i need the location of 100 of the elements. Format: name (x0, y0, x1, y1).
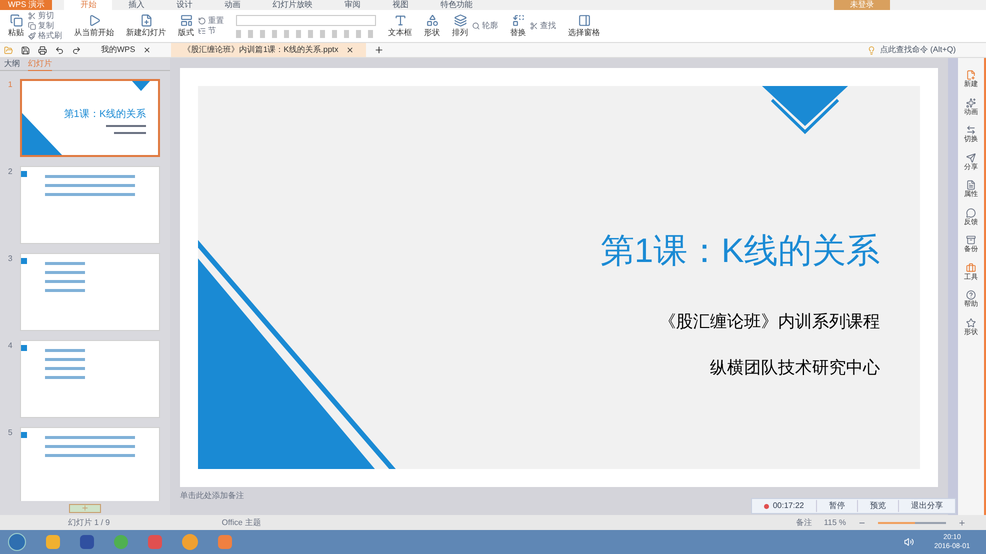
undo-icon[interactable] (55, 46, 64, 54)
tool-icon (472, 22, 480, 30)
tool-icon (578, 14, 590, 26)
taskbar-app-icon[interactable] (80, 535, 94, 549)
slide-counter: 幻灯片 1 / 9 (68, 516, 110, 528)
taskbar-app-icon[interactable] (148, 535, 162, 549)
tool-icon (966, 152, 976, 162)
tool-icon (512, 14, 524, 26)
ribbon-small-button[interactable]: 复制 (28, 21, 62, 31)
ribbon-small-button[interactable]: 格式刷 (28, 31, 62, 41)
ribbon-small-button[interactable]: 查找 (530, 21, 556, 31)
command-search-field[interactable]: 点此查找命令 (Alt+Q) (867, 44, 970, 56)
slide-title: 第1课：K线的关系 (600, 231, 880, 272)
font-name-field[interactable] (236, 14, 376, 26)
ribbon-small-button[interactable]: 节 (198, 26, 224, 36)
close-icon[interactable] (346, 46, 354, 54)
theme-name: Office 主题 (222, 516, 261, 528)
ribbon-button[interactable]: 从当前开始 (74, 14, 114, 38)
slide-thumbnail[interactable] (20, 253, 160, 331)
taskbar-app-icon[interactable] (114, 535, 128, 549)
tool-icon (966, 208, 976, 218)
marker-icon (21, 258, 27, 264)
ribbon-button[interactable]: 选择窗格 (568, 14, 600, 38)
ribbon-small-button[interactable]: 轮廓 (472, 21, 498, 31)
start-button[interactable] (8, 533, 26, 551)
plus-icon (81, 504, 89, 512)
slide-number: 1 (8, 79, 14, 91)
add-slide-button[interactable] (69, 504, 101, 512)
menu-tab[interactable]: 特色功能 (424, 0, 488, 10)
ribbon-small-button[interactable]: 剪切 (28, 11, 62, 21)
ribbon-button[interactable]: 形状 (424, 14, 440, 38)
zoom-value: 115 % (824, 516, 846, 528)
marker-icon (21, 432, 27, 438)
tool-icon (198, 17, 206, 25)
ribbon-button[interactable]: 排列 (452, 14, 468, 38)
slide-subtitle: 《股汇缠论班》内训系列课程 (659, 311, 880, 333)
slide-thumbnail[interactable] (20, 340, 160, 418)
tool-icon (394, 14, 406, 26)
text-lines-drawing (45, 262, 85, 292)
tool-icon (88, 14, 100, 26)
ribbon-button[interactable]: 新建幻灯片 (126, 14, 166, 38)
slide-thumbnail[interactable]: 第1课：K线的关系 (20, 79, 160, 157)
lightbulb-icon (867, 46, 876, 54)
thumbnail-title: 第1课：K线的关系 (64, 108, 146, 122)
menu-tab[interactable]: 审阅 (328, 0, 376, 10)
tool-icon (454, 14, 466, 26)
corner-decoration-icon (22, 113, 64, 155)
tool-icon (28, 22, 36, 30)
tool-icon (966, 98, 976, 108)
ribbon-button[interactable]: 粘贴 (8, 14, 24, 38)
taskbar-app-icon[interactable] (218, 535, 232, 549)
document-tab[interactable]: 《股汇缠论班》内训篇1课：K线的关系.pptx (171, 43, 366, 57)
menu-tab[interactable]: 插入 (112, 0, 160, 10)
slide-number: 5 (8, 427, 14, 439)
slide-number: 2 (8, 166, 14, 178)
menu-tab[interactable]: 动画 (208, 0, 256, 10)
triangle-decoration-icon (132, 81, 150, 91)
tool-icon (10, 14, 22, 26)
close-icon[interactable] (143, 46, 152, 54)
recording-time: 00:17:22 (772, 500, 805, 512)
volume-icon[interactable] (904, 537, 914, 547)
marker-icon (21, 171, 27, 177)
notes-toggle-button[interactable]: 备注 (796, 516, 812, 528)
tool-icon (966, 235, 976, 245)
taskbar-app-icon[interactable] (182, 534, 198, 550)
tool-icon (530, 22, 538, 30)
tool-icon (966, 180, 976, 190)
slide-thumbnail[interactable] (20, 427, 160, 501)
tool-icon (966, 125, 976, 135)
recording-control-button[interactable]: 退出分享 (898, 500, 955, 512)
ribbon-button[interactable]: 版式 (178, 14, 194, 38)
marker-icon (21, 345, 27, 351)
tool-icon (198, 27, 206, 35)
recording-control-button[interactable]: 暂停 (816, 500, 857, 512)
tool-icon (966, 262, 976, 272)
print-icon[interactable] (38, 46, 47, 54)
ribbon-button[interactable]: 文本框 (388, 14, 412, 38)
zoom-in-icon[interactable] (958, 518, 966, 526)
menu-tab[interactable]: 设计 (160, 0, 208, 10)
menu-tab[interactable]: 视图 (376, 0, 424, 10)
tool-icon (28, 12, 36, 20)
tool-icon (426, 14, 438, 26)
redo-icon[interactable] (72, 46, 81, 54)
slide-thumbnail[interactable] (20, 166, 160, 244)
tool-icon (180, 14, 192, 26)
save-icon[interactable] (21, 46, 30, 54)
menu-tab[interactable]: 幻灯片放映 (256, 0, 328, 10)
ribbon-small-button[interactable]: 重置 (198, 16, 224, 26)
tool-icon (966, 290, 976, 300)
ribbon-button[interactable]: 替换 (510, 14, 526, 38)
recording-control-button[interactable]: 预览 (857, 500, 898, 512)
slide-number: 4 (8, 340, 14, 352)
text-lines-drawing (45, 349, 85, 379)
document-tab[interactable]: 我的WPS (89, 43, 164, 57)
tool-icon (28, 32, 36, 40)
text-lines-drawing (106, 125, 146, 134)
new-tab-icon[interactable] (374, 45, 384, 55)
folder-icon[interactable] (4, 46, 13, 54)
panel-tab[interactable]: 大纲 (4, 58, 20, 70)
taskbar-app-icon[interactable] (46, 535, 60, 549)
